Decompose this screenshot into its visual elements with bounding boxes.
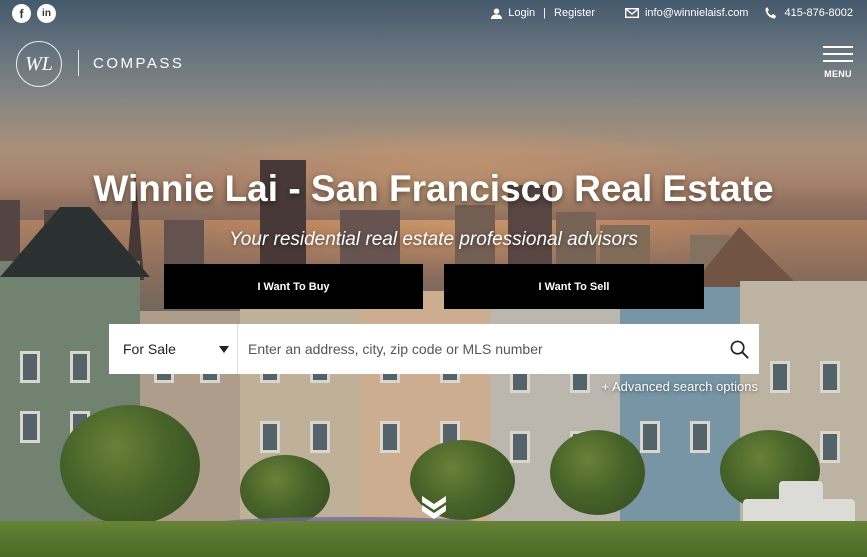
top-bar: f in Login | Register info@winnielaisf.c…: [0, 0, 867, 28]
menu-button[interactable]: MENU: [823, 46, 853, 79]
logo-divider: [78, 50, 79, 76]
hamburger-icon: [823, 46, 853, 48]
listing-type-select[interactable]: For Sale: [109, 324, 238, 374]
menu-label: MENU: [824, 69, 852, 79]
search-button[interactable]: [719, 324, 759, 374]
facebook-icon[interactable]: f: [12, 4, 31, 23]
email-address: info@winnielaisf.com: [644, 7, 749, 19]
hero-background: [0, 0, 867, 557]
logo-monogram: WL: [25, 52, 53, 75]
register-link[interactable]: Register: [554, 7, 595, 19]
compass-brand[interactable]: COMPASS: [93, 55, 184, 72]
property-search-bar: For Sale: [109, 324, 759, 374]
social-links: f in: [12, 4, 56, 23]
phone-number: 415-876-8002: [784, 7, 853, 19]
advanced-search-link[interactable]: + Advanced search options: [602, 379, 758, 394]
login-label: Login: [508, 7, 536, 19]
email-link[interactable]: info@winnielaisf.com: [624, 7, 749, 19]
link-separator: |: [543, 7, 547, 19]
login-link[interactable]: Login: [491, 7, 535, 19]
phone-link[interactable]: 415-876-8002: [764, 6, 853, 20]
phone-icon: [765, 7, 777, 19]
want-to-sell-button[interactable]: I Want To Sell: [444, 264, 704, 309]
search-input[interactable]: [238, 324, 719, 374]
listing-type-value: For Sale: [123, 341, 176, 357]
scroll-down-icon[interactable]: [420, 493, 448, 519]
caret-down-icon: [219, 345, 229, 353]
linkedin-icon[interactable]: in: [37, 4, 56, 23]
wl-logo[interactable]: WL: [16, 41, 62, 87]
want-to-buy-button[interactable]: I Want To Buy: [164, 264, 423, 309]
envelope-icon: [624, 8, 639, 18]
top-contact-links: Login | Register info@winnielaisf.com 41…: [491, 6, 853, 20]
page-subtitle: Your residential real estate professiona…: [229, 229, 638, 250]
page-title: Winnie Lai - San Francisco Real Estate: [93, 168, 774, 209]
search-icon: [730, 340, 749, 359]
user-icon: [491, 7, 503, 19]
